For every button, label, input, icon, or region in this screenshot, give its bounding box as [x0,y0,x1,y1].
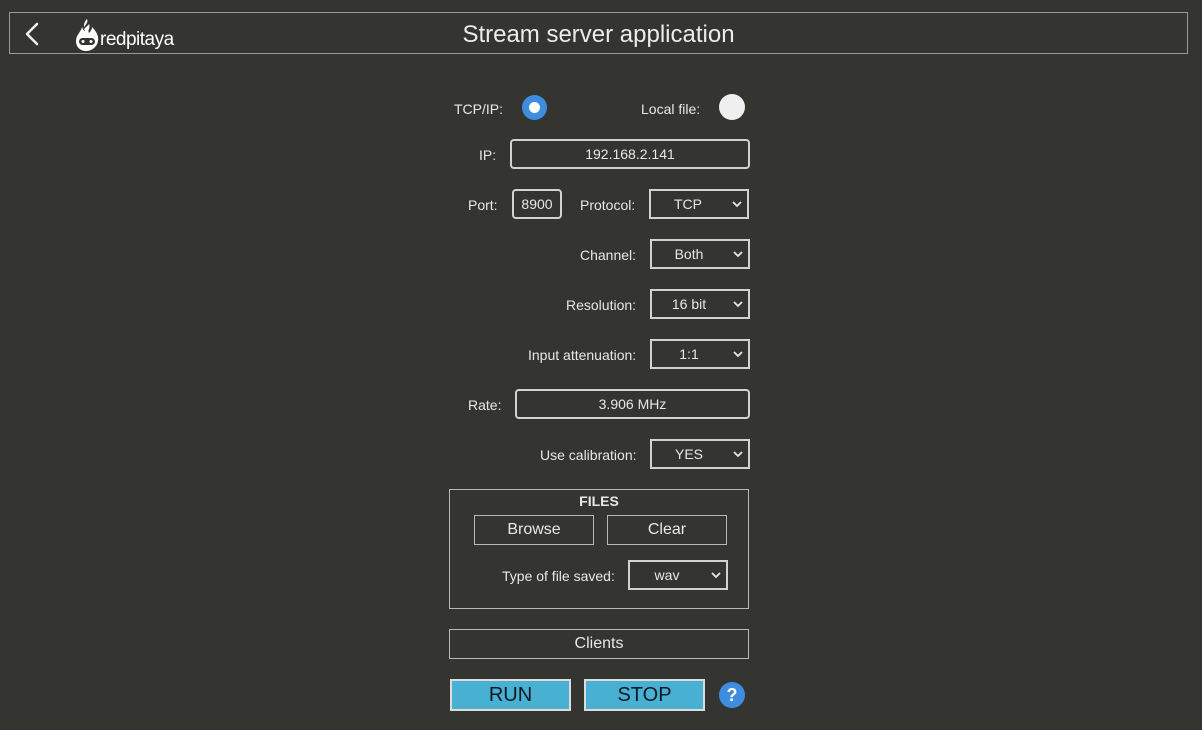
file-type-value: wav [654,567,680,583]
clients-button[interactable]: Clients [449,629,749,659]
protocol-value: TCP [674,196,702,212]
radio-dot-icon [529,102,540,113]
chevron-down-icon [733,351,743,358]
chevron-down-icon [732,201,742,208]
channel-select[interactable]: Both [650,239,750,269]
use-calibration-label: Use calibration: [540,447,637,463]
use-calibration-select[interactable]: YES [650,439,750,469]
stop-button[interactable]: STOP [584,679,705,711]
file-type-select[interactable]: wav [628,560,728,590]
tcp-ip-radio[interactable] [522,95,547,120]
input-attenuation-label: Input attenuation: [528,347,637,363]
port-input[interactable]: 8900 [512,189,562,219]
tcp-ip-label: TCP/IP: [454,101,504,117]
chevron-down-icon [733,251,743,258]
input-attenuation-select[interactable]: 1:1 [650,339,750,369]
input-attenuation-value: 1:1 [679,346,699,362]
local-file-radio[interactable] [719,94,745,120]
run-button[interactable]: RUN [450,679,571,711]
rate-input[interactable]: 3.906 MHz [515,389,750,419]
files-panel: FILES Browse Clear Type of file saved: w… [449,489,749,609]
channel-label: Channel: [580,247,637,263]
clear-button[interactable]: Clear [607,515,727,545]
use-calibration-value: YES [674,446,703,462]
resolution-label: Resolution: [566,297,637,313]
ip-input[interactable]: 192.168.2.141 [510,139,750,169]
file-type-label: Type of file saved: [502,568,615,584]
help-icon[interactable]: ? [719,682,745,708]
resolution-select[interactable]: 16 bit [650,289,750,319]
rate-label: Rate: [468,397,502,413]
resolution-value: 16 bit [671,296,707,312]
header-bar: redpitaya Stream server application [9,12,1188,54]
chevron-down-icon [711,572,721,579]
chevron-down-icon [733,301,743,308]
browse-button[interactable]: Browse [474,515,594,545]
port-label: Port: [468,197,498,213]
page-title: Stream server application [462,21,735,48]
ip-label: IP: [479,147,497,163]
protocol-select[interactable]: TCP [649,189,749,219]
chevron-down-icon [733,451,743,458]
protocol-label: Protocol: [580,197,636,213]
files-title: FILES [579,493,619,509]
local-file-label: Local file: [641,101,701,117]
channel-value: Both [674,246,704,262]
